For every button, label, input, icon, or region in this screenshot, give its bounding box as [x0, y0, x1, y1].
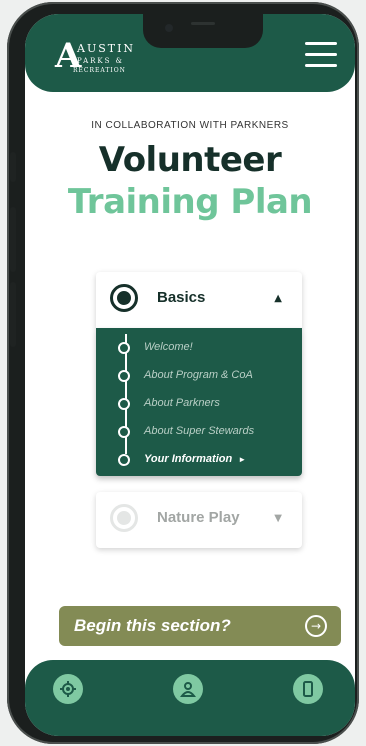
austin-parks-logo[interactable]: A AUSTIN PARKS & RECREATION	[55, 34, 150, 79]
step-dot-icon	[118, 426, 130, 438]
section-label: Nature Play	[157, 509, 240, 526]
step-label-text: Your Information	[144, 453, 233, 465]
volume-up-button	[10, 207, 16, 272]
notch	[143, 14, 263, 48]
caret-up-icon: ▲	[274, 293, 282, 304]
step-dot-icon	[118, 342, 130, 354]
section-selected-radio-icon	[110, 284, 138, 312]
step-label-active: Your Information ►	[144, 453, 246, 465]
arrow-right-circle-icon: →	[305, 615, 327, 637]
section-nature-play-header[interactable]: Nature Play ▼	[96, 492, 302, 548]
phone-icon[interactable]	[293, 674, 323, 704]
section-unselected-radio-icon	[110, 504, 138, 532]
gear-icon[interactable]	[53, 674, 83, 704]
phone-frame: A AUSTIN PARKS & RECREATION IN COLLABORA…	[7, 2, 359, 744]
logo-line-2: PARKS &	[77, 57, 124, 65]
page-title-line-2: Training Plan	[67, 182, 313, 222]
begin-section-label: Begin this section?	[74, 616, 231, 635]
user-icon[interactable]	[173, 674, 203, 704]
begin-section-button[interactable]: Begin this section? →	[59, 606, 341, 646]
camera-icon	[165, 24, 173, 32]
collaboration-note: IN COLLABORATION WITH PARKNERS	[91, 120, 289, 131]
step-dot-icon	[118, 370, 130, 382]
play-arrow-icon: ►	[238, 455, 247, 464]
hamburger-icon[interactable]	[305, 42, 337, 68]
phone-screen: A AUSTIN PARKS & RECREATION IN COLLABORA…	[25, 14, 355, 736]
volume-down-button	[10, 282, 16, 347]
step-label: Welcome!	[144, 341, 193, 353]
logo-line-3: RECREATION	[73, 67, 126, 74]
section-label: Basics	[157, 289, 206, 306]
caret-down-icon: ▼	[274, 513, 282, 524]
logo-line-1: AUSTIN	[77, 42, 136, 55]
mute-switch	[10, 152, 16, 182]
section-basics-steps: Welcome! About Program & CoA About Parkn…	[96, 328, 302, 476]
bottom-nav-bar	[25, 660, 355, 736]
page-title-line-1: Volunteer	[98, 140, 282, 180]
step-label: About Parkners	[144, 397, 220, 409]
step-label: About Program & CoA	[144, 369, 253, 381]
step-label: About Super Stewards	[144, 425, 255, 437]
speaker-grille	[191, 22, 215, 25]
section-basics-header[interactable]: Basics ▲	[96, 272, 302, 328]
step-dot-icon	[118, 398, 130, 410]
step-dot-icon	[118, 454, 130, 466]
